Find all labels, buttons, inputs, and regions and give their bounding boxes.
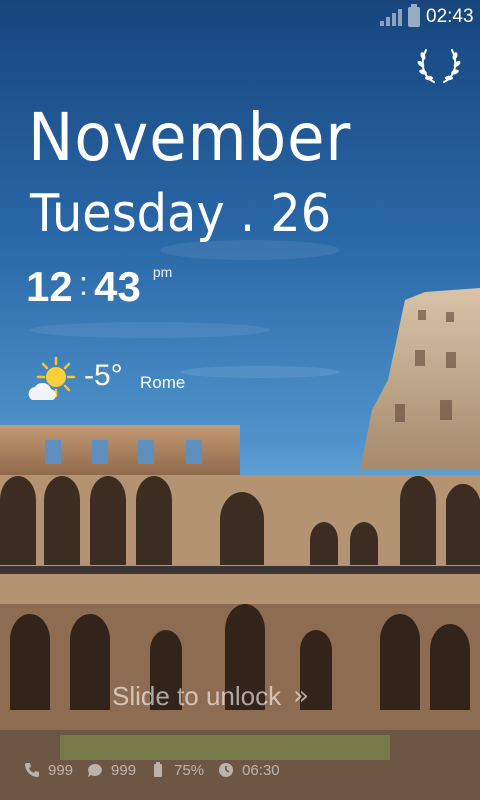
status-bar: 02:43 (0, 0, 480, 36)
notification-bar: 999 999 75% 06:30 (24, 758, 294, 782)
missed-calls[interactable]: 999 (24, 762, 73, 779)
battery-icon (408, 4, 420, 27)
lock-screen: 02:43 November Tuesday . 26 12 : 43 pm -… (0, 0, 480, 800)
battery-level-value: 75% (174, 761, 205, 779)
next-alarm-time: 06:30 (242, 761, 280, 779)
weather-temperature: -5° (84, 359, 123, 392)
slide-to-unlock-label: Slide to unlock (112, 681, 282, 711)
clock-hours: 12 (26, 263, 73, 310)
date-month: November (28, 99, 352, 176)
alarm-icon (219, 763, 234, 777)
next-alarm[interactable]: 06:30 (218, 762, 280, 779)
status-time: 02:43 (426, 6, 474, 27)
date-day-line: Tuesday . 26 (30, 184, 332, 244)
clock: 12 : 43 pm (26, 262, 172, 312)
clock-ampm: pm (152, 264, 173, 280)
battery-icon (154, 762, 163, 777)
message-icon (88, 764, 102, 777)
partly-sunny-icon (28, 356, 76, 400)
unread-messages-count: 999 (111, 761, 137, 779)
signal-icon (380, 9, 402, 26)
weather-city: Rome (140, 373, 186, 392)
double-chevron-right-icon: » (293, 681, 310, 711)
battery-level: 75% (150, 762, 204, 779)
unread-messages[interactable]: 999 (87, 762, 136, 779)
phone-icon (25, 763, 39, 777)
clock-separator: : (78, 265, 89, 303)
missed-calls-count: 999 (48, 761, 74, 779)
clock-minutes: 43 (94, 263, 141, 310)
laurel-wreath-icon[interactable] (416, 46, 462, 86)
slide-to-unlock[interactable]: Slide to unlock » (112, 676, 309, 716)
